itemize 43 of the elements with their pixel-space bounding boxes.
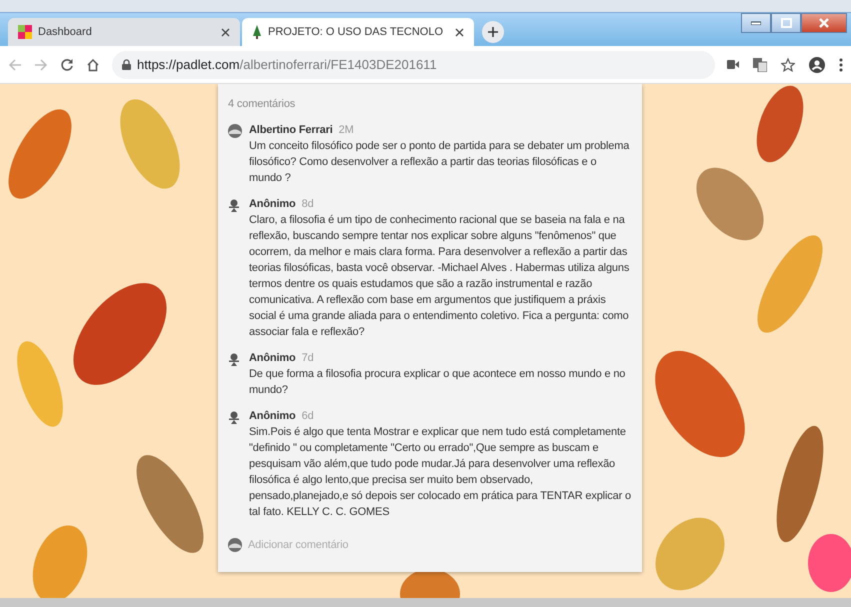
comment-author: Albertino Ferrari <box>249 124 333 136</box>
home-icon[interactable] <box>86 58 100 72</box>
close-icon <box>819 18 829 28</box>
plus-icon <box>488 27 498 37</box>
comment-time: 2M <box>338 124 354 136</box>
translate-icon[interactable] <box>753 58 767 72</box>
camera-icon[interactable] <box>727 60 739 69</box>
profile-icon[interactable] <box>809 56 825 72</box>
lock-icon <box>122 59 131 70</box>
menu-icon[interactable] <box>839 58 843 72</box>
url-text: https://padlet.com/albertinoferrari/FE1403DE201611 <box>137 57 437 72</box>
comment-time: 8d <box>302 198 314 210</box>
close-icon[interactable] <box>221 28 230 36</box>
avatar-icon <box>228 538 242 552</box>
comment-author: Anônimo <box>249 410 296 422</box>
comment-time: 7d <box>302 352 314 364</box>
comment-text: Claro, a filosofia é um tipo de conhecimento racional que se baseia na fala e na reflexão, buscando sempre tentar nos explicar sobre alguns "fenômenos" que ocorrem, da melhor e mais clara forma. Para desenvolver a reflexão a partir das teorias filosóficas, basta você observar. -Michael Alves . Habermas utiliza alguns termos dentre os quais estudamos que são a razão instrumental e razão comunicativa. A reflexão com base em argumentos que justifiquem a práxis social é uma grande aliada para o entendimento coletivo. Fica a pergunta: como associar fala e reflexão? <box>249 213 630 340</box>
tree-icon <box>252 25 262 39</box>
browser-tab[interactable]: PROJETO: O USO DAS TECNOLO <box>242 18 474 46</box>
comment-text: De que forma a filosofia procura explicar o que acontece em nosso mundo e no mundo? <box>249 367 626 398</box>
anonymous-avatar-icon <box>228 198 240 212</box>
avatar-icon <box>228 124 242 138</box>
scrollbar[interactable] <box>0 598 851 607</box>
comment-count: 4 comentários <box>228 98 296 110</box>
comment-author: Anônimo <box>249 198 296 210</box>
comment-text: Um conceito filosófico pode ser o ponto de partida para se debater um problema filosófico? Como desenvolver a reflexão a partir das teorias filosóficas e o mundo ? <box>249 139 630 186</box>
comment-time: 6d <box>302 410 314 422</box>
reload-icon[interactable] <box>60 58 74 72</box>
anonymous-avatar-icon <box>228 352 240 366</box>
new-tab-button[interactable] <box>482 21 504 43</box>
star-icon[interactable] <box>781 58 795 72</box>
maximize-icon <box>780 18 792 28</box>
tab-logo-icon <box>18 25 32 39</box>
maximize-button[interactable] <box>771 13 801 33</box>
close-window-button[interactable] <box>801 13 847 33</box>
address-bar[interactable]: https://padlet.com/albertinoferrari/FE1403DE201611 <box>112 50 715 78</box>
comment-author: Anônimo <box>249 352 296 364</box>
anonymous-avatar-icon <box>228 410 240 424</box>
comment-text: Sim.Pois é algo que tenta Mostrar e explicar que nem tudo está completamente "definido " ou completamente "Certo ou errado",Que sempre as buscam e pesquisam vão além,que tudo pode mudar.Já para desenvolver uma reflexão filosófica é algo lento,que precisa ser muito bem observado, pensado,planejado,e só depois ser colocado em prática para TENTAR explicar o tal fato. KELLY C. C. GOMES <box>249 425 632 520</box>
browser-tab[interactable]: Dashboard <box>8 18 240 46</box>
minimize-icon <box>751 21 761 25</box>
minimize-button[interactable] <box>741 13 771 33</box>
close-icon[interactable] <box>455 28 464 36</box>
